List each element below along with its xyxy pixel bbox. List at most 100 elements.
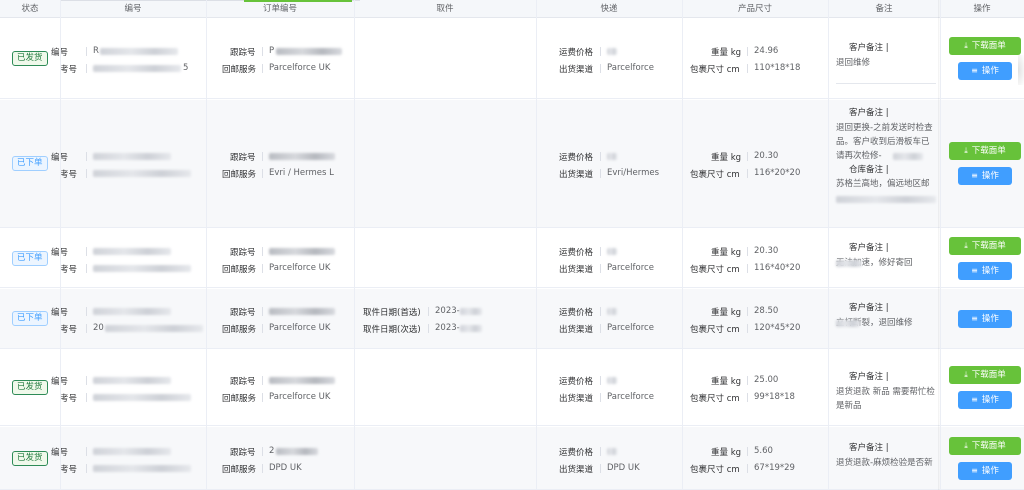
download-label-button[interactable]: ⤓ 下载面单	[949, 366, 1021, 384]
channel-value: Parcelforce	[607, 263, 654, 273]
divider	[747, 64, 748, 73]
customer-note-text: 退回维修	[836, 58, 871, 68]
redacted-value	[100, 48, 178, 55]
return-service-label: 回邮服务	[222, 394, 257, 404]
menu-icon: ≡	[971, 466, 978, 475]
column-header-order-number[interactable]: 订单编号	[206, 0, 354, 18]
shipping-price-label: 运费价格	[559, 448, 594, 458]
divider	[428, 324, 429, 333]
download-icon: ⤓	[964, 441, 968, 450]
redacted-value	[269, 153, 335, 160]
ref-prefix: 20	[93, 323, 104, 333]
divider	[86, 447, 87, 456]
divider	[747, 307, 748, 316]
divider	[747, 447, 748, 456]
action-button[interactable]: ≡ 操作	[958, 167, 1012, 185]
customer-note-label: 客户备注 |	[849, 108, 889, 118]
tracking-label: 跟踪号	[230, 308, 256, 318]
tracking-label: 跟踪号	[230, 448, 256, 458]
divider	[262, 152, 263, 161]
column-header-actions[interactable]: 操作	[940, 0, 1024, 18]
weight-value: 20.30	[754, 246, 779, 256]
customer-note-text: 退货退款 新品 需要帮忙检	[836, 387, 935, 397]
ref-label: 考号	[60, 325, 78, 335]
weight-label: 重量 kg	[711, 153, 742, 163]
action-button[interactable]: ≡ 操作	[958, 62, 1012, 80]
action-button[interactable]: ≡ 操作	[958, 462, 1012, 480]
channel-label: 出货渠道	[559, 170, 594, 180]
divider	[86, 393, 87, 402]
divider	[600, 464, 601, 473]
redacted-value	[607, 248, 617, 255]
redacted-value	[93, 153, 171, 160]
column-header-notes[interactable]: 备注	[828, 0, 940, 18]
divider	[262, 376, 263, 385]
divider	[86, 264, 87, 273]
shipping-price-label: 运费价格	[559, 153, 594, 163]
divider	[262, 264, 263, 273]
divider	[86, 169, 87, 178]
divider	[262, 393, 263, 402]
pickup-second-value: 2023-	[435, 323, 460, 333]
channel-label: 出货渠道	[559, 394, 594, 404]
table-row: 已下单编号考号跟踪号回邮服务Parcelforce UK运费价格出货渠道Parc…	[0, 229, 1024, 288]
shipping-price-label: 运费价格	[559, 248, 594, 258]
download-icon: ⤓	[964, 41, 968, 50]
redacted-value	[93, 465, 191, 472]
column-header-id[interactable]: 编号	[60, 0, 206, 18]
id-prefix: R	[93, 46, 99, 56]
divider	[262, 47, 263, 56]
action-button[interactable]: ≡ 操作	[958, 310, 1012, 328]
redacted-value	[93, 394, 191, 401]
download-button-label: 下载面单	[971, 441, 1006, 451]
customer-note-text: 品。客户收到后滑板车已	[836, 137, 930, 147]
column-divider	[940, 0, 941, 490]
customer-note-text: 退货退款-麻烦检验是否新	[836, 458, 933, 468]
divider	[600, 376, 601, 385]
divider	[747, 247, 748, 256]
tracking-label: 跟踪号	[230, 248, 256, 258]
shipping-price-label: 运费价格	[559, 308, 594, 318]
download-button-label: 下载面单	[971, 241, 1006, 251]
divider	[600, 393, 601, 402]
download-button-label: 下载面单	[971, 370, 1006, 380]
customer-note-label: 客户备注 |	[849, 243, 889, 253]
redacted-value	[276, 448, 318, 455]
ref-label: 考号	[60, 465, 78, 475]
return-service-value: Evri / Hermes L	[269, 168, 334, 178]
divider	[600, 307, 601, 316]
action-button[interactable]: ≡ 操作	[958, 262, 1012, 280]
channel-value: Parcelforce	[607, 63, 654, 73]
table-header: 状态 编号 订单编号 取件 快递 产品尺寸 备注 操作	[0, 0, 1024, 18]
weight-label: 重量 kg	[711, 248, 742, 258]
tracking-prefix: P	[269, 46, 275, 56]
channel-label: 出货渠道	[559, 465, 594, 475]
customer-note-label: 客户备注 |	[849, 372, 889, 382]
weight-value: 28.50	[754, 306, 779, 316]
divider	[86, 47, 87, 56]
download-button-label: 下载面单	[971, 41, 1006, 51]
download-label-button[interactable]: ⤓ 下载面单	[949, 437, 1021, 455]
action-button[interactable]: ≡ 操作	[958, 391, 1012, 409]
download-label-button[interactable]: ⤓ 下载面单	[949, 142, 1021, 160]
divider	[747, 376, 748, 385]
redacted-value	[93, 265, 191, 272]
column-header-product-size[interactable]: 产品尺寸	[682, 0, 828, 18]
return-service-label: 回邮服务	[222, 325, 257, 335]
download-label-button[interactable]: ⤓ 下载面单	[949, 37, 1021, 55]
divider	[262, 324, 263, 333]
column-divider	[828, 0, 829, 490]
divider	[600, 169, 601, 178]
ref-label: 考号	[60, 394, 78, 404]
redacted-value	[269, 308, 335, 315]
pickup-first-value: 2023-	[435, 306, 460, 316]
status-badge: 已发货	[12, 380, 48, 395]
divider	[262, 247, 263, 256]
action-button-label: 操作	[981, 395, 999, 405]
column-header-courier[interactable]: 快递	[536, 0, 682, 18]
action-button-label: 操作	[981, 314, 999, 324]
column-header-status[interactable]: 状态	[0, 0, 60, 18]
download-label-button[interactable]: ⤓ 下载面单	[949, 237, 1021, 255]
scroll-shadow	[1018, 55, 1024, 85]
column-header-pickup[interactable]: 取件	[354, 0, 536, 18]
